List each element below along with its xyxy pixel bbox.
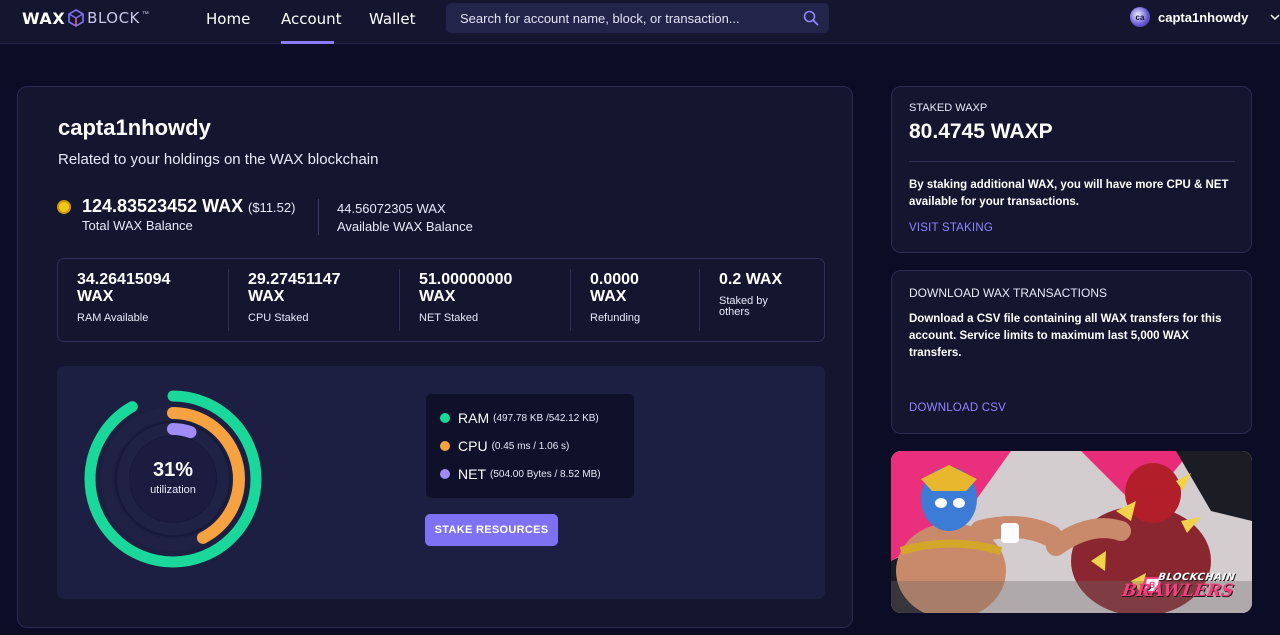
active-nav-indicator (281, 41, 334, 44)
available-balance-label: Available WAX Balance (337, 219, 473, 234)
cube-icon (68, 9, 84, 27)
net-dot-icon (440, 469, 450, 479)
promo-banner[interactable]: B BLOCKCHAIN BRAWLERS (891, 451, 1252, 613)
legend-detail: (0.45 ms / 1.06 s) (491, 440, 570, 452)
stat-value: 0.2 WAX (719, 271, 783, 288)
legend-detail: (504.00 Bytes / 8.52 MB) (490, 468, 601, 480)
legend-item-ram: RAM (497.78 KB /542.12 KB) (440, 410, 599, 426)
staking-description: By staking additional WAX, you will have… (909, 179, 1229, 208)
legend-name: CPU (458, 438, 488, 454)
ram-dot-icon (440, 413, 450, 423)
promo-title: BLOCKCHAIN BRAWLERS (1120, 572, 1236, 601)
stat-value: 29.27451147 WAX (248, 271, 341, 305)
top-navbar: WAX BLOCK ™ Home Account Wallet ca capta… (0, 0, 1280, 44)
nav-wallet[interactable]: Wallet (369, 10, 416, 28)
user-name: capta1nhowdy (1158, 9, 1249, 25)
stat-label: Staked by others (719, 295, 768, 318)
card-kicker: DOWNLOAD WAX TRANSACTIONS (909, 286, 1108, 300)
stat-label: RAM Available (77, 312, 149, 324)
logo-block-text: BLOCK (87, 9, 140, 27)
utilization-caption: utilization (150, 484, 196, 496)
legend-item-cpu: CPU (0.45 ms / 1.06 s) (440, 438, 569, 454)
stat-label: CPU Staked (248, 312, 309, 324)
divider (699, 269, 700, 331)
resource-legend: RAM (497.78 KB /542.12 KB) CPU (0.45 ms … (426, 394, 634, 498)
stat-net-staked: 51.00000000 WAX NET Staked (419, 271, 539, 324)
staked-waxp-card: STAKED WAXP 80.4745 WAXP By staking addi… (891, 86, 1252, 253)
account-card: capta1nhowdy Related to your holdings on… (17, 86, 853, 628)
chevron-down-icon (1270, 14, 1280, 21)
stake-resources-button[interactable]: STAKE RESOURCES (425, 514, 558, 546)
total-balance-amount: 124.83523452 WAX (82, 196, 244, 216)
total-balance-label: Total WAX Balance (82, 218, 193, 233)
divider (570, 269, 571, 331)
legend-detail: (497.78 KB /542.12 KB) (493, 412, 599, 424)
legend-name: RAM (458, 410, 490, 426)
logo-wax-text: WAX (22, 8, 66, 28)
account-name: capta1nhowdy (58, 115, 211, 140)
staked-amount: 80.4745 WAXP (909, 120, 1053, 143)
search-bar (446, 3, 829, 33)
resource-stats: 34.26415094 WAX RAM Available 29.2745114… (57, 258, 825, 342)
stat-value: 0.0000 WAX (590, 271, 639, 305)
stat-refunding: 0.0000 WAX Refunding (590, 271, 660, 324)
divider (318, 199, 319, 235)
divider (399, 269, 400, 331)
legend-name: NET (458, 466, 486, 482)
utilization-panel: 31% utilization RAM (497.78 KB /542.12 K… (57, 366, 825, 599)
search-icon[interactable] (803, 10, 819, 26)
avatar: ca (1130, 7, 1150, 27)
legend-item-net: NET (504.00 Bytes / 8.52 MB) (440, 466, 601, 482)
cpu-dot-icon (440, 441, 450, 451)
wax-coin-icon (57, 200, 71, 214)
stat-cpu-staked: 29.27451147 WAX CPU Staked (248, 271, 368, 324)
user-menu[interactable]: ca capta1nhowdy (1130, 6, 1280, 28)
card-kicker: STAKED WAXP (909, 102, 988, 114)
download-csv-link[interactable]: DOWNLOAD CSV (909, 402, 1006, 414)
divider (909, 161, 1235, 162)
download-description: Download a CSV file containing all WAX t… (909, 313, 1222, 359)
nav-home[interactable]: Home (206, 10, 250, 28)
utilization-percent: 31% (152, 459, 194, 481)
stat-ram-available: 34.26415094 WAX RAM Available (77, 271, 197, 324)
download-transactions-card: DOWNLOAD WAX TRANSACTIONS Download a CSV… (891, 270, 1252, 434)
stat-value: 34.26415094 WAX (77, 271, 171, 305)
search-input[interactable] (460, 9, 795, 27)
total-balance-usd: ($11.52) (248, 200, 296, 215)
stat-value: 51.00000000 WAX (419, 271, 513, 305)
promo-line-2: BRAWLERS (1120, 581, 1235, 601)
divider (228, 269, 229, 331)
stat-label: Refunding (590, 312, 641, 324)
visit-staking-link[interactable]: VISIT STAKING (909, 222, 993, 234)
available-balance-amount: 44.56072305 WAX (337, 201, 446, 216)
nav-account[interactable]: Account (281, 10, 342, 28)
account-subtitle: Related to your holdings on the WAX bloc… (58, 151, 379, 168)
wax-block-logo[interactable]: WAX BLOCK ™ (22, 8, 149, 28)
logo-trademark: ™ (141, 10, 149, 18)
stat-label: NET Staked (419, 312, 479, 324)
stat-staked-by-others: 0.2 WAX Staked by others (719, 271, 809, 318)
